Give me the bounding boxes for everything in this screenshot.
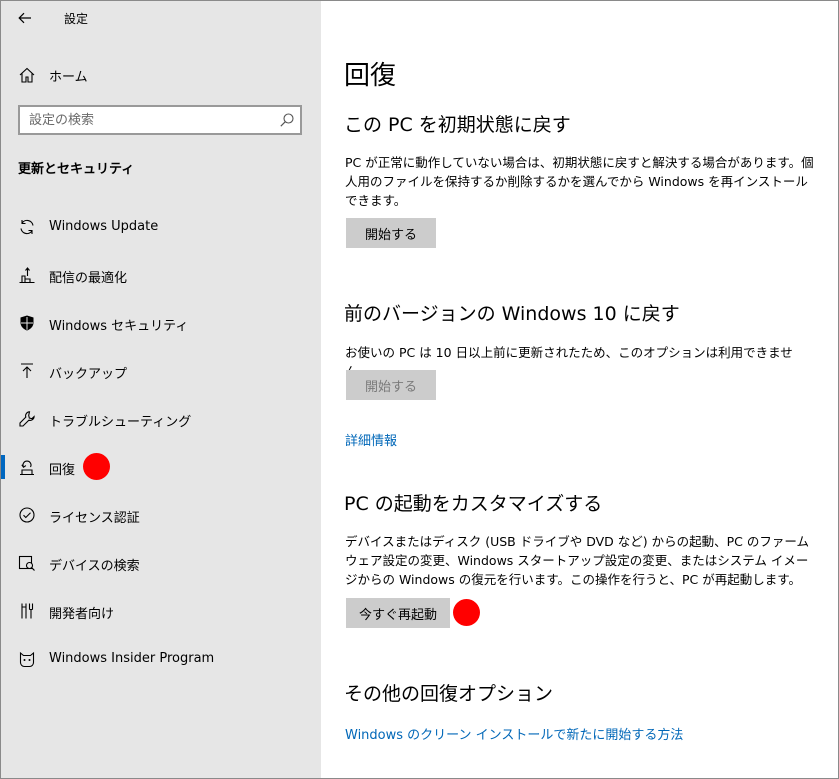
selection-indicator <box>1 455 5 479</box>
sidebar-item-windows-insider[interactable]: Windows Insider Program <box>1 635 321 683</box>
more-recovery-options-heading: その他の回復オプション <box>344 683 554 705</box>
home-label: ホーム <box>49 70 88 85</box>
back-arrow-icon <box>18 12 31 24</box>
go-back-start-button[interactable]: 開始する <box>346 370 436 400</box>
go-back-heading: 前のバージョンの Windows 10 に戻す <box>344 303 680 325</box>
sidebar-item-troubleshoot[interactable]: トラブルシューティング <box>1 395 321 443</box>
sidebar-nav: Windows Update 配信の最適化 Windows セキュリティ バック… <box>1 203 321 683</box>
advanced-startup-description: デバイスまたはディスク (USB ドライブや DVD など) からの起動、PC … <box>345 534 809 587</box>
home-icon <box>19 67 35 83</box>
sidebar-item-recovery[interactable]: 回復 <box>1 443 321 491</box>
reset-pc-description: PC が正常に動作していない場合は、初期状態に戻すと解決する場合があります。個人… <box>345 155 814 208</box>
window-title: 設定 <box>64 12 89 26</box>
sidebar-item-find-my-device[interactable]: デバイスの検索 <box>1 539 321 587</box>
backup-arrow-icon <box>21 363 33 378</box>
sidebar-item-label: 開発者向け <box>49 607 115 622</box>
sidebar-item-label: Windows セキュリティ <box>49 319 189 334</box>
sidebar-item-activation[interactable]: ライセンス認証 <box>1 491 321 539</box>
sidebar-item-label: 配信の最適化 <box>49 271 128 286</box>
settings-search-box[interactable] <box>18 105 302 135</box>
red-marker <box>83 453 110 480</box>
restart-now-button[interactable]: 今すぐ再起動 <box>346 598 450 628</box>
sidebar-item-label: ライセンス認証 <box>49 511 140 526</box>
learn-more-link[interactable]: 詳細情報 <box>345 430 397 449</box>
red-marker <box>453 599 480 626</box>
search-input[interactable] <box>20 107 279 133</box>
settings-window: 設定 ホーム 更新とセキュリティ Windows Update <box>0 0 839 779</box>
sidebar-item-windows-update[interactable]: Windows Update <box>1 203 321 251</box>
clean-install-link[interactable]: Windows のクリーン インストールで新たに開始する方法 <box>345 724 683 743</box>
advanced-startup-heading: PC の起動をカスタマイズする <box>344 493 603 515</box>
developer-tools-icon <box>21 603 34 619</box>
title-bar: 設定 <box>1 1 321 35</box>
sidebar-item-for-developers[interactable]: 開発者向け <box>1 587 321 635</box>
reset-pc-start-button[interactable]: 開始する <box>346 218 436 248</box>
sidebar-item-label: 回復 <box>49 463 76 478</box>
reset-pc-heading: この PC を初期状態に戻す <box>344 114 571 136</box>
check-circle-icon <box>19 507 35 523</box>
find-device-icon <box>18 555 35 571</box>
page-title: 回復 <box>344 61 397 91</box>
main-content: 回復 この PC を初期状態に戻す PC が正常に動作していない場合は、初期状態… <box>321 1 838 778</box>
sidebar: 設定 ホーム 更新とセキュリティ Windows Update <box>1 1 321 778</box>
sidebar-item-label: デバイスの検索 <box>49 559 140 574</box>
home-link[interactable]: ホーム <box>1 59 321 91</box>
sync-icon <box>20 219 34 235</box>
sidebar-item-windows-security[interactable]: Windows セキュリティ <box>1 299 321 347</box>
sidebar-item-label: トラブルシューティング <box>49 415 192 430</box>
search-icon[interactable] <box>279 112 295 128</box>
insider-cat-icon <box>19 651 35 668</box>
wrench-icon <box>19 411 35 427</box>
sidebar-item-delivery-optimization[interactable]: 配信の最適化 <box>1 251 321 299</box>
sidebar-item-label: Windows Update <box>49 219 159 234</box>
sidebar-item-backup[interactable]: バックアップ <box>1 347 321 395</box>
shield-icon <box>20 315 34 331</box>
sidebar-item-label: バックアップ <box>49 367 128 382</box>
sidebar-item-label: Windows Insider Program <box>49 651 215 666</box>
recovery-icon <box>20 460 34 476</box>
section-title: 更新とセキュリティ <box>18 162 135 177</box>
delivery-optimization-icon <box>19 267 35 284</box>
back-button[interactable] <box>11 5 39 31</box>
